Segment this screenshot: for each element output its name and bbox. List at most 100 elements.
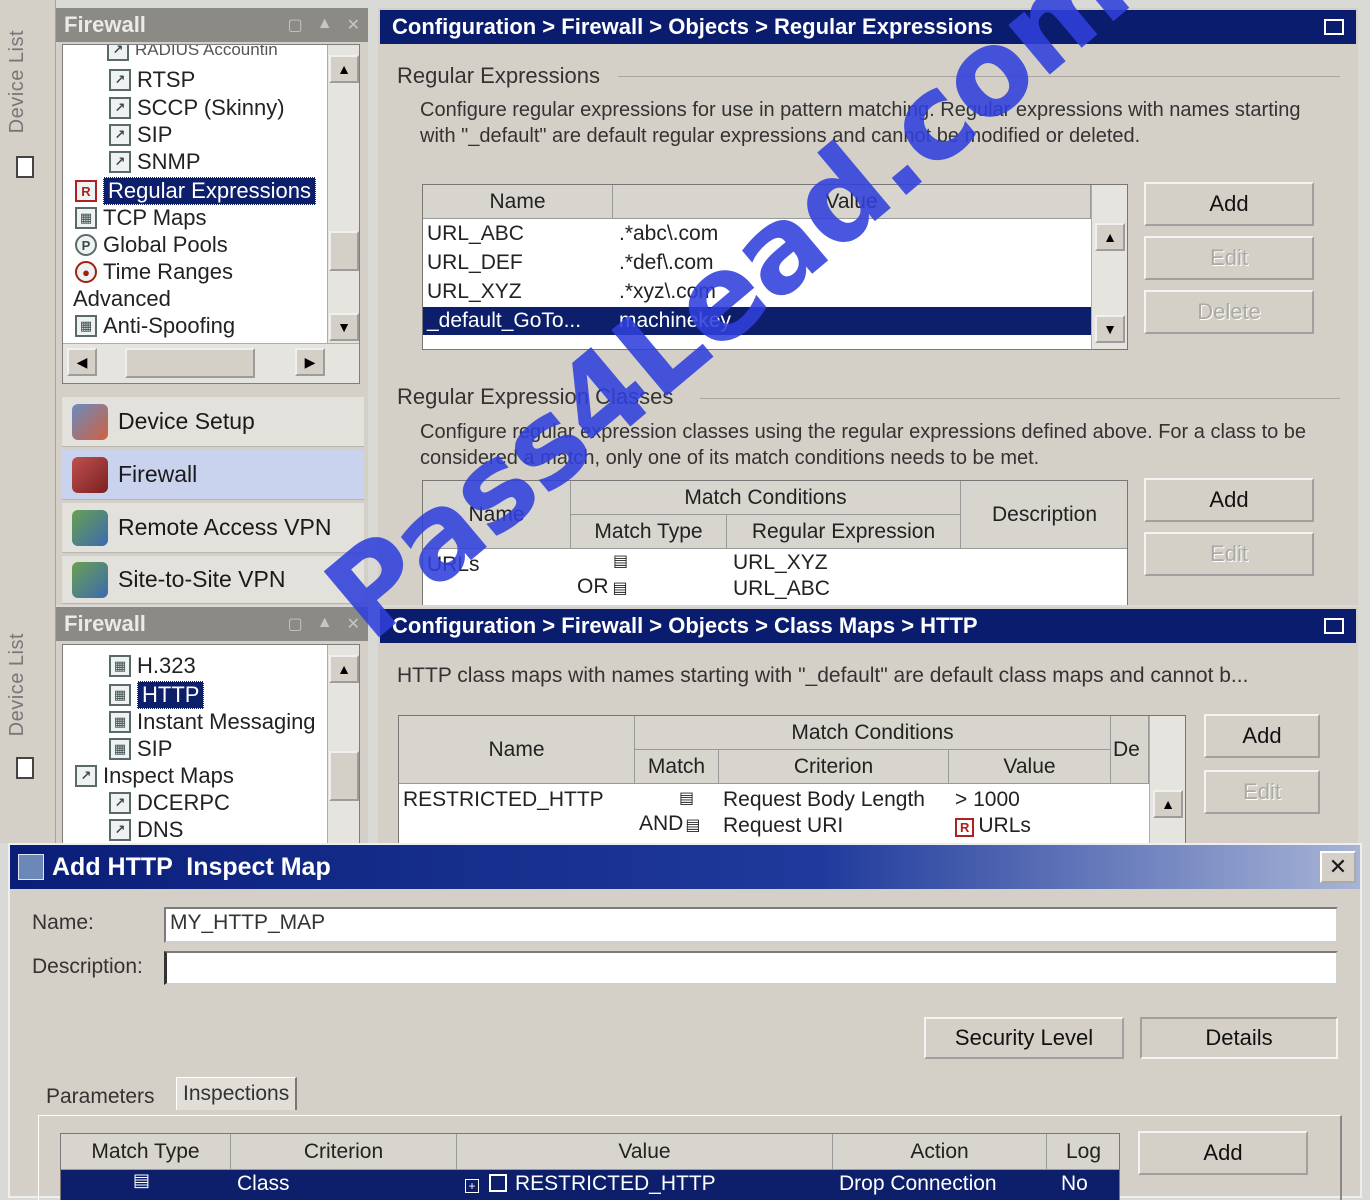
tree-item-sccp[interactable]: ↗ SCCP (Skinny) (109, 95, 285, 121)
pin-icon[interactable]: ▲ (317, 15, 333, 35)
http-col-match[interactable]: Match (635, 750, 719, 784)
inspections-col-match-type[interactable]: Match Type (61, 1134, 231, 1170)
tab-parameters[interactable]: Parameters (40, 1081, 161, 1113)
tree-item-sip[interactable]: ▦ SIP (109, 736, 172, 762)
inspection-row-value[interactable]: + RESTRICTED_HTTP (465, 1172, 716, 1196)
regex-add-button[interactable]: Add (1144, 182, 1314, 226)
http-edit-button[interactable]: Edit (1204, 770, 1320, 814)
dialog-close-button[interactable]: ✕ (1320, 851, 1356, 883)
regex-table-scrollbar[interactable]: ▲ ▼ (1091, 185, 1127, 349)
table-row-value[interactable]: .*abc\.com (619, 222, 718, 246)
device-list-strip[interactable]: Device List (0, 0, 56, 605)
inspections-col-criterion[interactable]: Criterion (231, 1134, 457, 1170)
scroll-down-icon[interactable]: ▼ (1095, 315, 1125, 343)
class-col-match-type[interactable]: Match Type (571, 515, 727, 549)
inspection-row-log[interactable]: No (1061, 1172, 1088, 1196)
tree-item-dcerpc[interactable]: ↗ DCERPC (109, 790, 230, 816)
regex-table[interactable]: Name Value URL_ABC .*abc\.com URL_DEF .*… (422, 184, 1128, 350)
class-col-regex[interactable]: Regular Expression (727, 515, 961, 549)
expand-icon[interactable]: + (465, 1179, 479, 1193)
table-row-value[interactable]: .*def\.com (619, 251, 714, 275)
tree-item-anti-spoofing[interactable]: ▦ Anti-Spoofing (75, 313, 235, 339)
tree-item-tcp-maps[interactable]: ▦ TCP Maps (75, 205, 207, 231)
scroll-up-icon[interactable]: ▲ (1153, 790, 1183, 818)
maximize-icon[interactable] (1324, 19, 1344, 35)
class-col-description[interactable]: Description (961, 481, 1127, 549)
regex-delete-button[interactable]: Delete (1144, 290, 1314, 334)
tree-vertical-scrollbar[interactable]: ▲ (327, 645, 359, 843)
restore-icon[interactable]: ▢ (288, 15, 303, 35)
scroll-up-icon[interactable]: ▲ (329, 55, 359, 83)
table-row[interactable]: URLs (427, 553, 480, 577)
security-level-button[interactable]: Security Level (924, 1017, 1124, 1059)
regex-edit-button[interactable]: Edit (1144, 236, 1314, 280)
tree-item-radius[interactable]: ↗ RADIUS Accountin (107, 45, 278, 61)
device-list-toggle-icon[interactable] (16, 757, 34, 779)
close-icon[interactable]: ✕ (347, 614, 360, 634)
tree-item-regular-expressions[interactable]: R Regular Expressions (75, 177, 316, 205)
regex-class-table[interactable]: Name Match Conditions Match Type Regular… (422, 480, 1128, 605)
table-row[interactable]: URL_XYZ (427, 280, 522, 304)
http-col-criterion[interactable]: Criterion (719, 750, 949, 784)
scroll-thumb[interactable] (329, 231, 359, 271)
maximize-icon[interactable] (1324, 618, 1344, 634)
nav-device-setup[interactable]: Device Setup (62, 397, 364, 447)
scroll-left-icon[interactable]: ◀ (67, 348, 97, 376)
bottom-object-tree[interactable]: ▦ H.323 ▦ HTTP ▦ Instant Messaging ▦ SIP ↗ In… (62, 644, 360, 843)
pin-icon[interactable]: ▲ (317, 614, 333, 634)
device-list-strip-bottom[interactable]: Device List (0, 605, 56, 843)
scroll-up-icon[interactable]: ▲ (329, 655, 359, 683)
scroll-right-icon[interactable]: ▶ (295, 348, 325, 376)
http-col-description[interactable]: De (1111, 716, 1149, 784)
nav-remote-access-vpn[interactable]: Remote Access VPN (62, 503, 364, 553)
description-field[interactable] (164, 951, 1338, 985)
inspections-col-value[interactable]: Value (457, 1134, 833, 1170)
inspections-col-log[interactable]: Log (1047, 1134, 1119, 1170)
inspections-table[interactable]: Match Type Criterion Value Action Log ▤ … (60, 1133, 1120, 1200)
table-row-selected[interactable]: _default_GoTo... (427, 309, 581, 333)
tree-item-dns[interactable]: ↗ DNS (109, 817, 183, 843)
tree-item-snmp[interactable]: ↗ SNMP (109, 149, 201, 175)
inspection-row-criterion[interactable]: Class (237, 1172, 290, 1196)
tree-item-h323[interactable]: ▦ H.323 (109, 653, 196, 679)
tree-item-sip[interactable]: ↗ SIP (109, 122, 172, 148)
details-button[interactable]: Details (1140, 1017, 1338, 1059)
top-object-tree[interactable]: ↗ RADIUS Accountin ↗ RTSP ↗ SCCP (Skinny) ↗… (62, 44, 360, 384)
tree-item-http[interactable]: ▦ HTTP (109, 681, 205, 709)
scroll-thumb[interactable] (329, 751, 359, 801)
http-col-name[interactable]: Name (399, 716, 635, 784)
scroll-up-icon[interactable]: ▲ (1095, 223, 1125, 251)
http-add-button[interactable]: Add (1204, 714, 1320, 758)
tree-item-rtsp[interactable]: ↗ RTSP (109, 67, 195, 93)
tree-horizontal-scrollbar[interactable]: ◀ ▶ (63, 343, 359, 383)
close-icon[interactable]: ✕ (347, 15, 360, 35)
class-add-button[interactable]: Add (1144, 478, 1314, 522)
name-field[interactable]: MY_HTTP_MAP (164, 907, 1338, 943)
regex-col-value[interactable]: Value (613, 185, 1091, 219)
http-class-map-table[interactable]: Name Match Conditions Match Criterion Va… (398, 715, 1186, 843)
regex-col-name[interactable]: Name (423, 185, 613, 219)
table-row[interactable]: URL_ABC (427, 222, 524, 246)
http-table-scrollbar[interactable]: ▲ (1149, 716, 1185, 843)
table-row[interactable]: RESTRICTED_HTTP (403, 788, 604, 812)
tree-item-global-pools[interactable]: P Global Pools (75, 232, 228, 258)
tree-vertical-scrollbar[interactable]: ▲ ▼ (327, 45, 359, 343)
scroll-down-icon[interactable]: ▼ (329, 313, 359, 341)
inspection-row-action[interactable]: Drop Connection (839, 1172, 997, 1196)
class-col-name[interactable]: Name (423, 481, 571, 549)
tab-inspections[interactable]: Inspections (176, 1077, 298, 1110)
inspection-add-button[interactable]: Add (1138, 1131, 1308, 1175)
table-row-value[interactable]: .*xyz\.com (619, 280, 716, 304)
horizontal-scroll-thumb[interactable] (125, 348, 255, 378)
dialog-title-bar[interactable]: Add HTTP Inspect Map (10, 845, 1360, 889)
restore-icon[interactable]: ▢ (288, 614, 303, 634)
table-row-selected-value[interactable]: machinekey (619, 309, 731, 333)
class-edit-button[interactable]: Edit (1144, 532, 1314, 576)
device-list-toggle-icon[interactable] (16, 156, 34, 178)
nav-firewall[interactable]: Firewall (62, 450, 364, 500)
tree-item-advanced[interactable]: Advanced (73, 286, 171, 312)
tree-item-inspect-maps[interactable]: ↗ Inspect Maps (75, 763, 234, 789)
inspections-col-action[interactable]: Action (833, 1134, 1047, 1170)
tree-item-instant-messaging[interactable]: ▦ Instant Messaging (109, 709, 316, 735)
http-col-value[interactable]: Value (949, 750, 1111, 784)
